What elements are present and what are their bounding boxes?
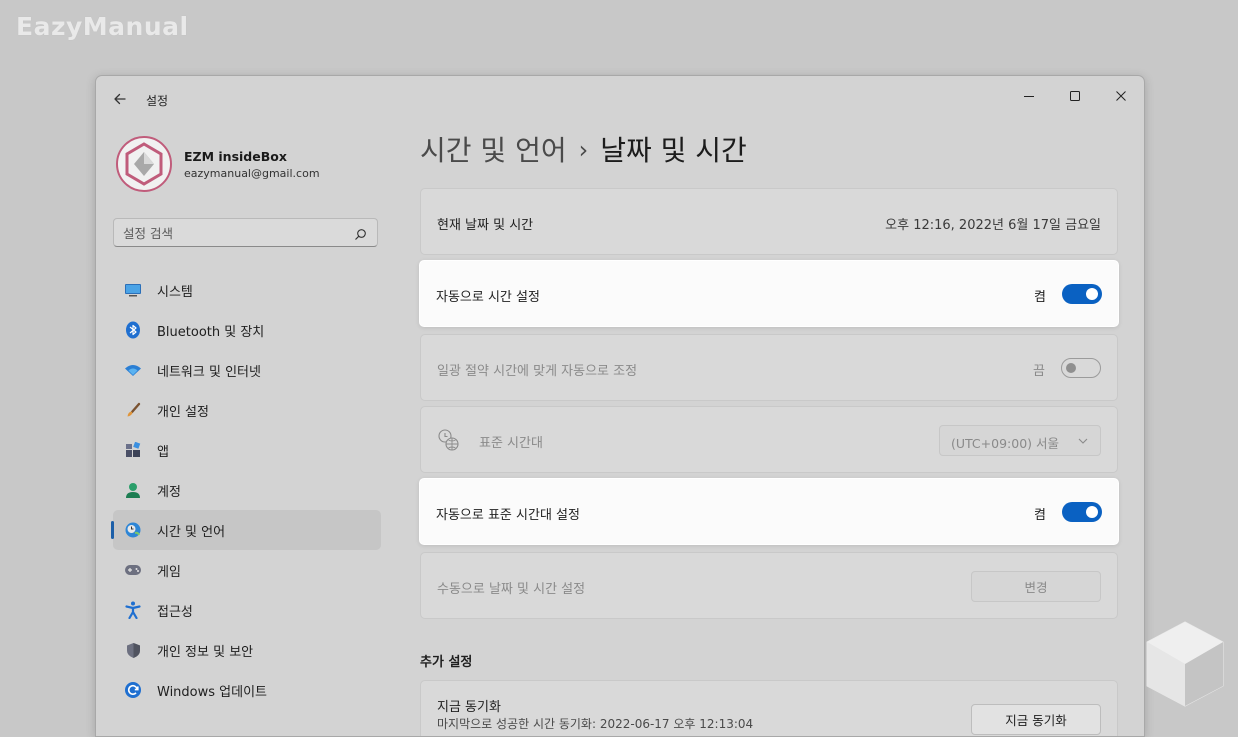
sidebar-item-apps[interactable]: 앱: [113, 430, 381, 470]
wifi-icon: [123, 360, 143, 380]
auto-timezone-card: 자동으로 표준 시간대 설정 켬: [419, 478, 1119, 545]
breadcrumb-separator: ›: [578, 136, 589, 164]
minimize-button[interactable]: [1006, 80, 1052, 112]
current-datetime-label: 현재 날짜 및 시간: [437, 218, 534, 233]
brush-icon: [123, 400, 143, 420]
settings-window: 설정 EZM insideBox eazymanual@gmail.com 설정…: [95, 75, 1145, 737]
sync-card: 지금 동기화 마지막으로 성공한 시간 동기화: 2022-06-17 오후 1…: [420, 680, 1118, 736]
update-icon: [123, 680, 143, 700]
auto-timezone-label: 자동으로 표준 시간대 설정: [436, 508, 580, 523]
avatar-logo-icon: [125, 142, 163, 186]
page-title: 날짜 및 시간: [600, 134, 747, 167]
cube-logo-icon: [1146, 621, 1224, 707]
shield-icon: [123, 640, 143, 660]
additional-settings-heading: 추가 설정: [420, 655, 473, 670]
sidebar-item-gaming[interactable]: 게임: [113, 550, 381, 590]
dst-card: 일광 절약 시간에 맞게 자동으로 조정 끔: [420, 334, 1118, 401]
sidebar-item-network[interactable]: 네트워크 및 인터넷: [113, 350, 381, 390]
apps-icon: [123, 440, 143, 460]
gamepad-icon: [123, 560, 143, 580]
sidebar-item-privacy[interactable]: 개인 정보 및 보안: [113, 630, 381, 670]
timezone-label: 표준 시간대: [479, 436, 543, 451]
sidebar-item-windows-update[interactable]: Windows 업데이트: [113, 670, 381, 710]
sync-title: 지금 동기화: [437, 700, 501, 715]
auto-time-card: 자동으로 시간 설정 켬: [419, 260, 1119, 327]
change-button[interactable]: 변경: [971, 571, 1101, 602]
breadcrumb: 시간 및 언어 › 날짜 및 시간: [420, 129, 747, 169]
profile-email: eazymanual@gmail.com: [184, 167, 320, 180]
dst-toggle[interactable]: [1061, 358, 1101, 378]
avatar[interactable]: [116, 136, 172, 192]
sidebar-item-accounts[interactable]: 계정: [113, 470, 381, 510]
search-box[interactable]: [113, 218, 378, 247]
person-icon: [123, 480, 143, 500]
sidebar-item-bluetooth[interactable]: Bluetooth 및 장치: [113, 310, 381, 350]
auto-time-label: 자동으로 시간 설정: [436, 290, 540, 305]
sidebar-item-system[interactable]: 시스템: [113, 270, 381, 310]
breadcrumb-parent[interactable]: 시간 및 언어: [420, 134, 567, 167]
auto-timezone-state: 켬: [1034, 508, 1046, 523]
sidebar-item-personalization[interactable]: 개인 설정: [113, 390, 381, 430]
back-arrow-icon[interactable]: [110, 89, 130, 109]
auto-time-toggle[interactable]: [1062, 284, 1102, 304]
search-input[interactable]: [123, 224, 343, 242]
maximize-icon: [1070, 91, 1080, 101]
chevron-down-icon: [1078, 438, 1088, 444]
search-icon[interactable]: [354, 226, 367, 245]
dst-state: 끔: [1033, 364, 1045, 379]
auto-time-state: 켬: [1034, 290, 1046, 305]
title-bar: 설정: [96, 76, 1144, 122]
manual-datetime-label: 수동으로 날짜 및 시간 설정: [437, 582, 586, 597]
timezone-dropdown[interactable]: (UTC+09:00) 서울: [939, 425, 1101, 456]
watermark-logo: EazyManual: [16, 12, 189, 41]
timezone-globe-icon: [437, 429, 461, 457]
minimize-icon: [1024, 96, 1034, 97]
sync-subtitle: 마지막으로 성공한 시간 동기화: 2022-06-17 오후 12:13:04: [437, 717, 754, 731]
current-datetime-value: 오후 12:16, 2022년 6월 17일 금요일: [885, 218, 1101, 233]
sidebar-nav: 시스템 Bluetooth 및 장치 네트워크 및 인터넷 개인 설정 앱 계정…: [111, 270, 381, 710]
accessibility-icon: [123, 600, 143, 620]
timezone-value: (UTC+09:00) 서울: [951, 436, 1060, 451]
auto-timezone-toggle[interactable]: [1062, 502, 1102, 522]
close-icon: [1116, 91, 1126, 101]
current-datetime-card: 현재 날짜 및 시간 오후 12:16, 2022년 6월 17일 금요일: [420, 188, 1118, 255]
timezone-card: 표준 시간대 (UTC+09:00) 서울: [420, 406, 1118, 473]
close-button[interactable]: [1098, 80, 1144, 112]
globe-clock-icon: [123, 520, 143, 540]
profile-name: EZM insideBox: [184, 149, 287, 164]
dst-label: 일광 절약 시간에 맞게 자동으로 조정: [437, 364, 638, 379]
bluetooth-icon: [123, 320, 143, 340]
maximize-button[interactable]: [1052, 80, 1098, 112]
sync-now-button[interactable]: 지금 동기화: [971, 704, 1101, 735]
sidebar-item-accessibility[interactable]: 접근성: [113, 590, 381, 630]
monitor-icon: [123, 280, 143, 300]
app-title: 설정: [146, 94, 169, 108]
manual-datetime-card: 수동으로 날짜 및 시간 설정 변경: [420, 552, 1118, 619]
sidebar-item-time-language[interactable]: 시간 및 언어: [111, 510, 381, 550]
